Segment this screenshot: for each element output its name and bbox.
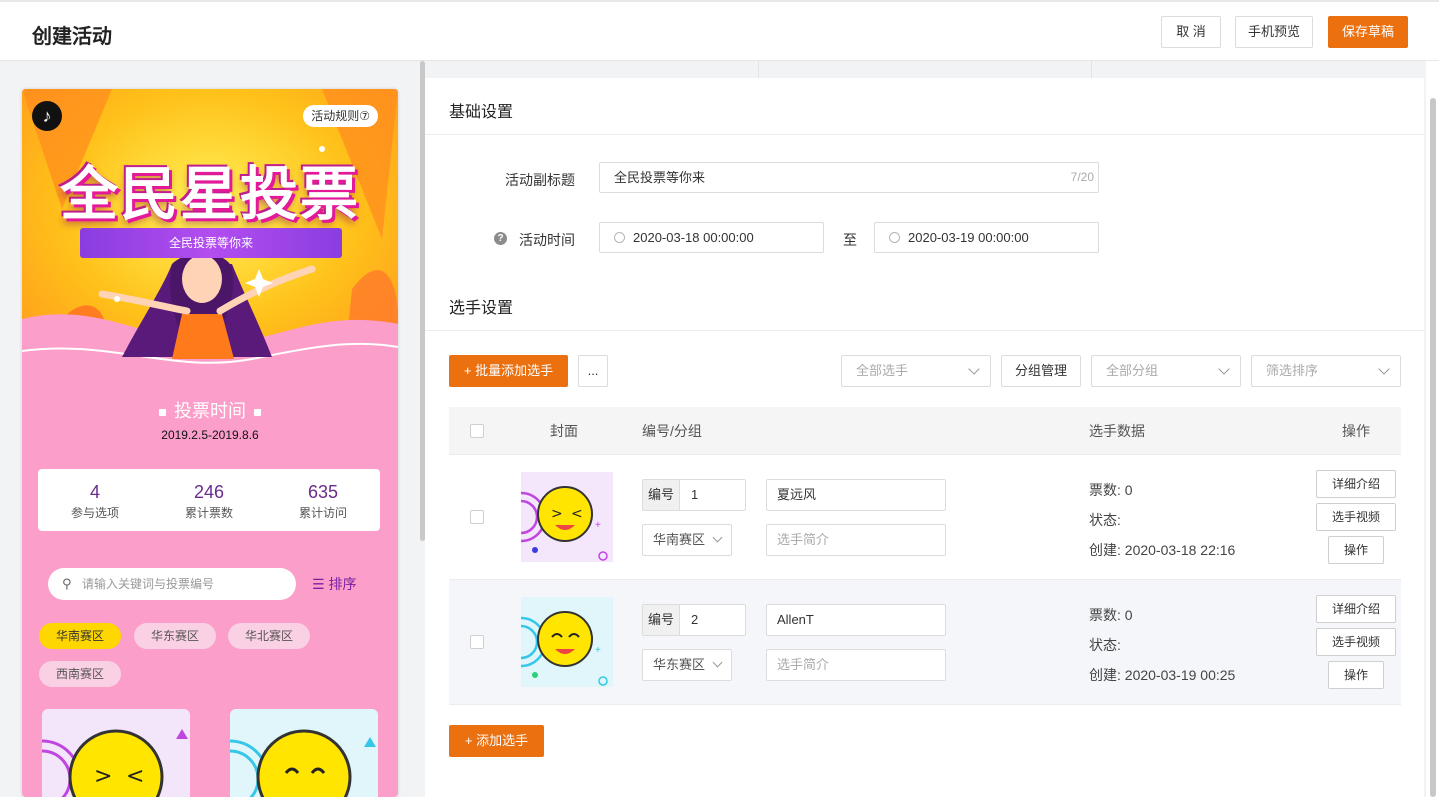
- editor-scrollbar[interactable]: [1430, 98, 1436, 797]
- player-video-button[interactable]: 选手视频: [1316, 628, 1396, 656]
- svg-text:>: >: [551, 506, 563, 522]
- row-checkbox[interactable]: [470, 635, 484, 649]
- players-table-header: 封面 编号/分组 选手数据 操作: [449, 407, 1401, 455]
- page-title: 创建活动: [32, 26, 112, 48]
- player-group-select[interactable]: 华南赛区: [642, 524, 732, 556]
- row-action-button[interactable]: 操作: [1328, 661, 1384, 689]
- char-count: 7/20: [1070, 170, 1094, 184]
- tag-north-china[interactable]: 华北赛区: [228, 623, 310, 649]
- player-status: 状态:: [1089, 637, 1121, 653]
- chevron-down-icon: [1378, 363, 1390, 375]
- group-filter-select[interactable]: 全部分组: [1091, 355, 1241, 387]
- top-header: 创建活动 取 消 手机预览 保存草稿: [0, 0, 1439, 61]
- player-card[interactable]: > <: [42, 709, 190, 797]
- time-label: 活动时间: [519, 232, 575, 248]
- more-button[interactable]: ...: [578, 355, 608, 387]
- time-separator: 至: [843, 232, 857, 248]
- player-number-field[interactable]: 编号 2: [642, 604, 746, 636]
- player-created: 创建: 2020-03-18 22:16: [1089, 542, 1236, 558]
- clock-icon: [614, 232, 625, 244]
- col-action: 操作: [1342, 423, 1370, 439]
- player-votes: 票数: 0: [1089, 482, 1133, 498]
- activity-rules-link[interactable]: 活动规则⑦: [303, 105, 378, 127]
- group-manage-button[interactable]: 分组管理: [1001, 355, 1081, 387]
- player-status: 状态:: [1089, 512, 1121, 528]
- player-video-button[interactable]: 选手视频: [1316, 503, 1396, 531]
- detail-intro-button[interactable]: 详细介绍: [1316, 595, 1396, 623]
- smiley-cover-icon: +: [521, 611, 608, 686]
- stat-votes: 246 累计票数: [184, 482, 233, 520]
- table-row: + 编号 2 AllenT 华东赛区 选手简介 票数: 0 状态: 创建: 20…: [449, 580, 1401, 705]
- player-number-field[interactable]: 编号 1: [642, 479, 746, 511]
- mobile-preview-button[interactable]: 手机预览: [1235, 16, 1313, 48]
- svg-text:+: +: [595, 645, 601, 656]
- help-icon[interactable]: ?: [494, 232, 507, 245]
- editor-tab-strip: [425, 61, 1424, 78]
- subtitle-label: 活动副标题: [505, 172, 575, 188]
- stat-options: 4 参与选项: [70, 482, 119, 520]
- smiley-cover-icon: > < +: [521, 486, 608, 561]
- player-group-select[interactable]: 华东赛区: [642, 649, 732, 681]
- app-logo-icon: ♪: [32, 101, 62, 131]
- player-name-input[interactable]: 夏远风: [766, 479, 946, 511]
- sort-icon: ☰: [312, 576, 329, 592]
- player-filter-select[interactable]: 全部选手: [841, 355, 991, 387]
- chevron-down-icon: [712, 532, 723, 543]
- banner-subtitle-ribbon: 全民投票等你来: [80, 228, 342, 258]
- basic-settings-title: 基础设置: [449, 104, 514, 121]
- tag-southwest[interactable]: 西南赛区: [39, 661, 121, 687]
- banner-title: 全民星投票: [59, 160, 360, 228]
- player-name-input[interactable]: AllenT: [766, 604, 946, 636]
- add-player-button[interactable]: + 添加选手: [449, 725, 544, 757]
- col-number-group: 编号/分组: [642, 423, 702, 439]
- save-draft-button[interactable]: 保存草稿: [1328, 16, 1408, 48]
- player-intro-input[interactable]: 选手简介: [766, 649, 946, 681]
- phone-preview: ♪ 活动规则⑦ 全民星投票 全民投票等你来 投票时间 2019.2.5-2019…: [22, 89, 398, 797]
- editor-panel: 基础设置 活动副标题 全民投票等你来 7/20 ? 活动时间 2020-03-1…: [425, 78, 1424, 797]
- col-player-data: 选手数据: [1089, 423, 1145, 439]
- subtitle-input[interactable]: 全民投票等你来 7/20: [599, 162, 1099, 193]
- cover-image[interactable]: +: [521, 597, 613, 687]
- phone-sort-button[interactable]: ☰ 排序: [312, 574, 356, 594]
- player-avatar-icon: > <: [42, 729, 188, 797]
- svg-text:+: +: [595, 520, 601, 531]
- search-icon: ⚲: [62, 576, 72, 591]
- stats-card: 4 参与选项 246 累计票数 635 累计访问: [38, 469, 380, 531]
- player-intro-input[interactable]: 选手简介: [766, 524, 946, 556]
- player-avatar-icon: [230, 729, 376, 797]
- player-created: 创建: 2020-03-19 00:25: [1089, 667, 1236, 683]
- bulk-add-players-button[interactable]: + 批量添加选手: [449, 355, 568, 387]
- clock-icon: [889, 232, 900, 244]
- cancel-button[interactable]: 取 消: [1161, 16, 1221, 48]
- vote-time-heading: 投票时间: [22, 397, 398, 423]
- chevron-down-icon: [968, 363, 980, 375]
- cover-image[interactable]: > < +: [521, 472, 613, 562]
- stat-visits: 635 累计访问: [298, 482, 347, 520]
- svg-text:<: <: [571, 506, 583, 522]
- player-card[interactable]: [230, 709, 378, 797]
- phone-search-input[interactable]: ⚲ 请输入关键词与投票编号: [48, 568, 296, 600]
- chevron-down-icon: [1218, 363, 1230, 375]
- row-action-button[interactable]: 操作: [1328, 536, 1384, 564]
- player-settings-title: 选手设置: [449, 300, 514, 317]
- vote-time-range: 2019.2.5-2019.8.6: [161, 428, 259, 442]
- svg-text:<: <: [126, 764, 144, 789]
- player-votes: 票数: 0: [1089, 607, 1133, 623]
- row-checkbox[interactable]: [470, 510, 484, 524]
- select-all-checkbox[interactable]: [470, 424, 484, 438]
- start-time-input[interactable]: 2020-03-18 00:00:00: [599, 222, 824, 253]
- banner-image: ♪ 活动规则⑦ 全民星投票 全民投票等你来: [22, 89, 398, 389]
- tag-south-china[interactable]: 华南赛区: [39, 623, 121, 649]
- sort-filter-select[interactable]: 筛选排序: [1251, 355, 1401, 387]
- col-cover: 封面: [550, 423, 578, 439]
- end-time-input[interactable]: 2020-03-19 00:00:00: [874, 222, 1099, 253]
- chevron-down-icon: [712, 657, 723, 668]
- table-row: > < + 编号 1 夏远风 华南赛区 选手简介 票数: 0 状态: 创建: 2…: [449, 455, 1401, 580]
- svg-text:>: >: [94, 764, 112, 789]
- detail-intro-button[interactable]: 详细介绍: [1316, 470, 1396, 498]
- tag-east-china[interactable]: 华东赛区: [134, 623, 216, 649]
